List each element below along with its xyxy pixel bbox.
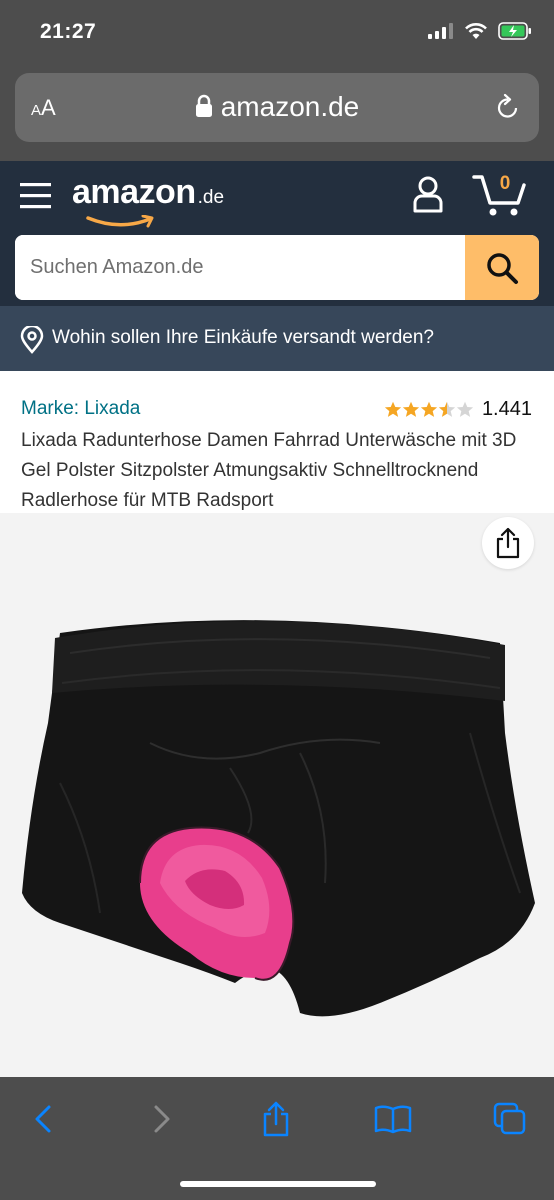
star-rating <box>384 401 474 418</box>
home-indicator <box>180 1181 376 1187</box>
star-icon <box>420 401 438 417</box>
status-time: 21:27 <box>40 20 97 43</box>
menu-icon[interactable] <box>20 181 52 211</box>
back-button[interactable] <box>23 1099 63 1139</box>
share-button[interactable] <box>482 517 534 569</box>
logo-smile-icon <box>86 215 154 228</box>
toolbar-share-button[interactable] <box>256 1099 296 1139</box>
account-icon[interactable] <box>412 175 444 213</box>
address-bar[interactable]: AA amazon.de <box>15 73 539 142</box>
half-star-icon <box>438 401 456 417</box>
amazon-logo[interactable]: amazon .de <box>72 173 225 228</box>
star-icon <box>384 401 402 417</box>
star-icon <box>402 401 420 417</box>
reload-icon[interactable] <box>495 93 521 121</box>
logo-tld: .de <box>197 187 225 208</box>
delivery-location-bar[interactable]: Wohin sollen Ihre Einkäufe versandt werd… <box>0 306 554 371</box>
search-bar <box>15 235 539 300</box>
rating-count: 1.441 <box>481 398 532 420</box>
bookmarks-button[interactable] <box>373 1099 413 1139</box>
url-display[interactable]: amazon.de <box>15 91 539 123</box>
wifi-icon <box>465 23 487 39</box>
back-icon <box>35 1105 51 1133</box>
lock-icon <box>195 94 212 117</box>
bookmarks-icon <box>374 1105 412 1134</box>
amazon-header: amazon .de 0 <box>0 161 554 306</box>
cart-count: 0 <box>499 173 511 194</box>
signal-icon <box>428 23 453 39</box>
share-icon <box>496 527 520 559</box>
status-bar: 21:27 <box>0 0 554 68</box>
status-icons <box>428 22 532 40</box>
forward-button[interactable] <box>142 1099 182 1139</box>
safari-address-area: AA amazon.de <box>0 68 554 161</box>
tabs-icon <box>493 1102 526 1135</box>
search-button[interactable] <box>465 235 539 300</box>
delivery-prompt: Wohin sollen Ihre Einkäufe versandt werd… <box>52 327 434 348</box>
empty-star-icon <box>456 401 474 417</box>
product-title: Lixada Radunterhose Damen Fahrrad Unterw… <box>21 430 517 511</box>
search-icon <box>487 252 518 284</box>
search-input[interactable] <box>15 235 465 300</box>
product-image <box>22 620 535 1017</box>
battery-icon <box>498 22 531 40</box>
location-pin-icon <box>20 326 44 354</box>
product-image-area[interactable] <box>0 513 554 1077</box>
tabs-button[interactable] <box>490 1099 530 1139</box>
rating[interactable]: 1.441 <box>384 398 532 421</box>
url-text: amazon.de <box>220 91 360 122</box>
logo-text: amazon <box>72 173 196 211</box>
forward-icon <box>154 1105 170 1133</box>
brand-link[interactable]: Marke: Lixada <box>21 398 140 420</box>
toolbar-share-icon <box>263 1101 289 1137</box>
